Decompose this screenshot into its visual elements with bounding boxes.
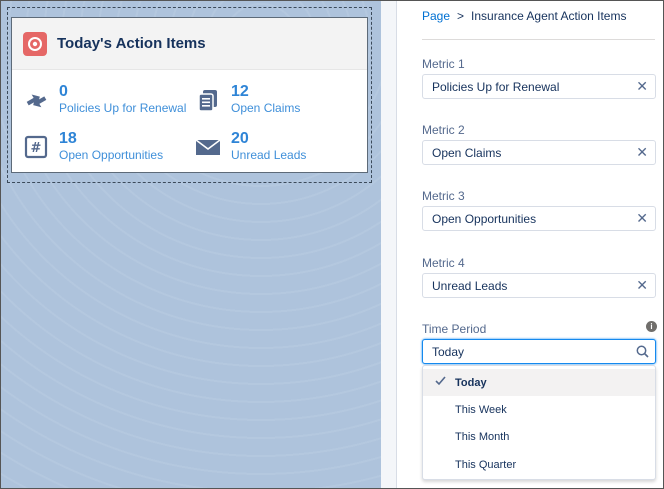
- option-this-month[interactable]: This Month: [423, 423, 655, 450]
- search-icon: [636, 345, 649, 363]
- metric-1-value: Policies Up for Renewal: [432, 80, 560, 94]
- metric-value: 20: [231, 130, 249, 147]
- metric-2-label: Metric 2: [422, 123, 465, 137]
- metric-2-value: Open Claims: [432, 146, 502, 160]
- app-frame: Today's Action Items 0 Policies Up for R…: [0, 0, 664, 489]
- metric-2-field[interactable]: Open Claims ✕: [422, 140, 656, 165]
- option-label: This Week: [455, 404, 507, 416]
- metric-3-value: Open Opportunities: [432, 212, 537, 226]
- metric-4-field[interactable]: Unread Leads ✕: [422, 273, 656, 298]
- option-today[interactable]: Today: [423, 369, 655, 396]
- breadcrumb-page-link[interactable]: Page: [422, 9, 450, 23]
- option-label: This Quarter: [455, 459, 517, 471]
- metric-3-label: Metric 3: [422, 189, 465, 203]
- svg-text:#: #: [31, 141, 42, 156]
- opportunities-icon: #: [23, 134, 49, 160]
- option-this-quarter[interactable]: This Quarter: [423, 451, 655, 478]
- metric-value: 18: [59, 130, 77, 147]
- action-items-card[interactable]: Today's Action Items 0 Policies Up for R…: [11, 17, 368, 173]
- email-icon: [195, 134, 221, 160]
- time-period-value: Today: [432, 345, 465, 359]
- metric-label: Unread Leads: [231, 148, 307, 162]
- panel-divider: [381, 1, 397, 488]
- breadcrumb-divider: [422, 39, 655, 40]
- clear-icon[interactable]: ✕: [636, 211, 648, 225]
- option-label: Today: [455, 377, 487, 389]
- metric-value: 0: [59, 83, 68, 100]
- breadcrumb: Page > Insurance Agent Action Items: [422, 9, 626, 23]
- preview-canvas: Today's Action Items 0 Policies Up for R…: [1, 1, 381, 488]
- metric-3-field[interactable]: Open Opportunities ✕: [422, 206, 656, 231]
- card-title: Today's Action Items: [57, 35, 206, 52]
- action-items-icon: [23, 31, 47, 56]
- metric-1-field[interactable]: Policies Up for Renewal ✕: [422, 74, 656, 99]
- properties-panel: Page > Insurance Agent Action Items Metric…: [398, 1, 663, 488]
- metric-label: Open Opportunities: [59, 148, 164, 162]
- renewal-icon: [23, 87, 49, 113]
- option-this-week[interactable]: This Week: [423, 396, 655, 423]
- clear-icon[interactable]: ✕: [636, 79, 648, 93]
- metric-value: 12: [231, 83, 249, 100]
- card-header: Today's Action Items: [12, 18, 367, 70]
- breadcrumb-separator: >: [457, 9, 465, 23]
- metric-4-value: Unread Leads: [432, 279, 508, 293]
- metric-1-label: Metric 1: [422, 57, 465, 71]
- metric-open-claims[interactable]: 12 Open Claims: [195, 83, 300, 115]
- metric-label: Policies Up for Renewal: [59, 101, 187, 115]
- metric-label: Open Claims: [231, 101, 301, 115]
- claims-icon: [195, 87, 221, 113]
- metric-policies-renewal[interactable]: 0 Policies Up for Renewal: [23, 83, 186, 115]
- metric-unread-leads[interactable]: 20 Unread Leads: [195, 130, 306, 162]
- time-period-combobox[interactable]: Today: [422, 339, 656, 364]
- check-icon: [435, 376, 446, 389]
- metrics-grid: 0 Policies Up for Renewal 12 Open Claims…: [12, 70, 367, 174]
- metric-open-opportunities[interactable]: # 18 Open Opportunities: [23, 130, 163, 162]
- clear-icon[interactable]: ✕: [636, 278, 648, 292]
- time-period-dropdown: Today This Week This Month This Quarter: [422, 365, 656, 480]
- option-label: This Month: [455, 431, 510, 443]
- info-icon[interactable]: i: [646, 321, 657, 332]
- breadcrumb-current: Insurance Agent Action Items: [471, 9, 627, 23]
- metric-4-label: Metric 4: [422, 256, 465, 270]
- time-period-label: Time Period: [422, 322, 487, 336]
- clear-icon[interactable]: ✕: [636, 145, 648, 159]
